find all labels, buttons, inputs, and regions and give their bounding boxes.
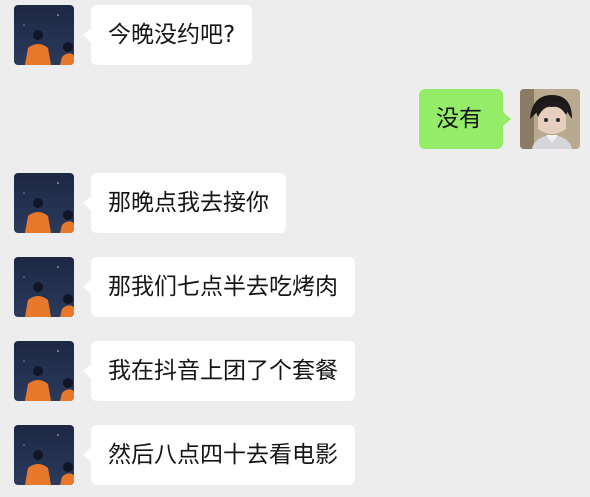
contact-avatar[interactable] bbox=[14, 5, 74, 65]
message-bubble[interactable]: 我在抖音上团了个套餐 bbox=[83, 341, 355, 401]
message-row: 今晚没约吧? bbox=[0, 5, 590, 65]
message-bubble[interactable]: 没有 bbox=[419, 89, 511, 149]
message-bubble[interactable]: 今晚没约吧? bbox=[82, 5, 253, 65]
message-bubble[interactable]: 那晚点我去接你 bbox=[83, 173, 286, 233]
contact-avatar[interactable] bbox=[14, 173, 74, 233]
message-row: 我在抖音上团了个套餐 bbox=[0, 341, 590, 401]
message-row: 那我们七点半去吃烤肉 bbox=[0, 257, 590, 317]
contact-avatar[interactable] bbox=[14, 257, 74, 317]
message-row: 没有 bbox=[0, 89, 590, 149]
contact-avatar[interactable] bbox=[14, 341, 74, 401]
message-row: 然后八点四十去看电影 bbox=[0, 425, 590, 485]
message-row: 那晚点我去接你 bbox=[0, 173, 590, 233]
contact-avatar[interactable] bbox=[14, 425, 74, 485]
message-bubble[interactable]: 然后八点四十去看电影 bbox=[83, 425, 355, 485]
message-bubble[interactable]: 那我们七点半去吃烤肉 bbox=[83, 257, 355, 317]
user-avatar[interactable] bbox=[520, 89, 580, 149]
